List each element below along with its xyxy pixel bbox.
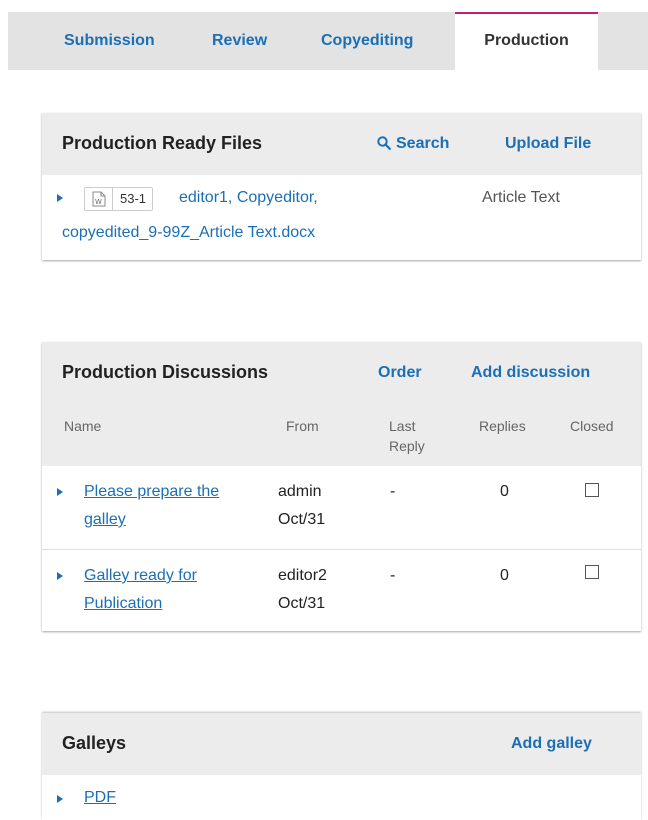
file-name-link-continued[interactable]: copyedited_9-99Z_Article Text.docx bbox=[62, 223, 315, 243]
add-galley-button[interactable]: Add galley bbox=[511, 735, 592, 753]
discussion-name-line2[interactable]: Publication bbox=[84, 595, 162, 612]
panel-title: Galleys bbox=[62, 733, 127, 753]
column-replies: Replies bbox=[479, 418, 526, 434]
expand-row-icon[interactable] bbox=[57, 572, 63, 580]
discussion-last-reply: - bbox=[390, 567, 396, 584]
file-name-link[interactable]: editor1, Copyeditor, bbox=[179, 188, 318, 208]
file-component: Article Text bbox=[482, 189, 560, 206]
discussion-replies: 0 bbox=[500, 567, 509, 584]
panel-title: Production Discussions bbox=[62, 362, 269, 382]
tab-copyediting[interactable]: Copyediting bbox=[321, 12, 413, 70]
svg-text:W: W bbox=[95, 198, 102, 206]
closed-checkbox[interactable] bbox=[585, 565, 599, 579]
galley-link[interactable]: PDF bbox=[84, 788, 116, 808]
column-last-reply: Last Reply bbox=[389, 416, 425, 456]
badge-divider bbox=[112, 188, 113, 210]
discussion-name-link[interactable]: Please prepare the galley bbox=[84, 478, 219, 534]
discussion-name-line1[interactable]: Galley ready for bbox=[84, 567, 197, 584]
discussion-from-user: admin bbox=[278, 483, 322, 500]
discussion-from: editor2 Oct/31 bbox=[278, 562, 327, 618]
discussion-from-date: Oct/31 bbox=[278, 511, 326, 528]
discussion-from: admin Oct/31 bbox=[278, 478, 325, 534]
tab-review[interactable]: Review bbox=[212, 12, 267, 70]
search-icon bbox=[377, 136, 391, 155]
file-badge: W 53-1 bbox=[84, 187, 153, 211]
panel-header: Production Ready Files Search Upload Fil… bbox=[42, 113, 641, 175]
production-discussions-panel: Production Discussions Order Add discuss… bbox=[42, 342, 641, 631]
search-button[interactable]: Search bbox=[377, 135, 449, 155]
galleys-panel: Galleys Add galley PDF bbox=[42, 713, 641, 820]
discussion-from-date: Oct/31 bbox=[278, 595, 326, 612]
discussion-replies: 0 bbox=[500, 483, 509, 500]
discussion-last-reply: - bbox=[390, 483, 396, 500]
add-discussion-button[interactable]: Add discussion bbox=[471, 364, 590, 382]
column-name: Name bbox=[64, 418, 102, 434]
workflow-tabs: Submission Review Copyediting Production bbox=[8, 12, 648, 70]
expand-row-icon[interactable] bbox=[57, 795, 63, 803]
panel-header: Production Discussions Order Add discuss… bbox=[42, 342, 641, 466]
expand-row-icon[interactable] bbox=[57, 488, 63, 496]
column-from: From bbox=[286, 418, 319, 434]
panel-title: Production Ready Files bbox=[62, 133, 263, 153]
closed-checkbox[interactable] bbox=[585, 483, 599, 497]
discussion-name-link[interactable]: Galley ready for Publication bbox=[84, 562, 197, 618]
discussion-name-line1[interactable]: Please prepare the bbox=[84, 483, 219, 500]
expand-row-icon[interactable] bbox=[57, 194, 63, 202]
production-ready-files-panel: Production Ready Files Search Upload Fil… bbox=[42, 113, 641, 260]
file-id: 53-1 bbox=[120, 191, 147, 206]
discussion-from-user: editor2 bbox=[278, 567, 327, 584]
tab-production[interactable]: Production bbox=[455, 12, 598, 70]
column-closed: Closed bbox=[570, 418, 614, 434]
search-label: Search bbox=[396, 135, 450, 152]
discussion-name-line2[interactable]: galley bbox=[84, 511, 126, 528]
upload-file-button[interactable]: Upload File bbox=[505, 135, 591, 153]
column-last-reply-line2: Reply bbox=[389, 438, 425, 454]
panel-header: Galleys Add galley bbox=[42, 713, 641, 775]
word-document-icon: W bbox=[92, 191, 106, 207]
row-divider bbox=[42, 549, 641, 550]
column-last-reply-line1: Last bbox=[389, 418, 416, 434]
order-button[interactable]: Order bbox=[378, 364, 422, 382]
tab-submission[interactable]: Submission bbox=[64, 12, 155, 70]
